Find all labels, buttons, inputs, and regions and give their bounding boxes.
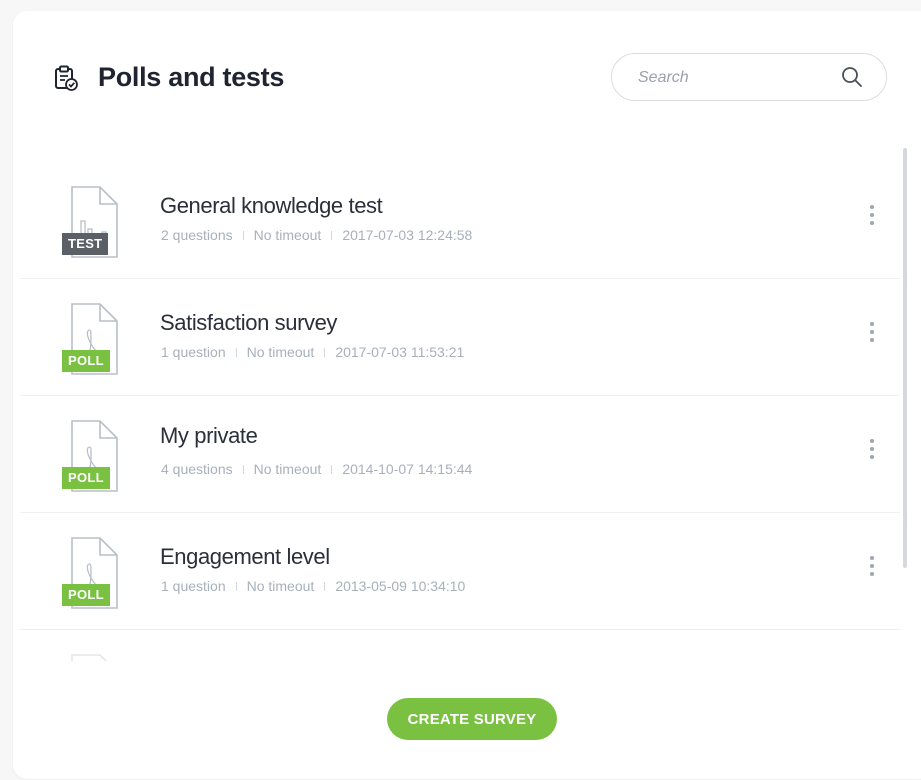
question-count: 1 question: [161, 578, 226, 594]
list-item[interactable]: POLL Engagement level 1 question No timeo…: [20, 512, 900, 630]
timeout-label: No timeout: [246, 578, 315, 594]
survey-meta: 1 question No timeout 2013-05-09 10:34:10: [161, 578, 465, 594]
list-scrollbar[interactable]: [903, 148, 907, 658]
more-options-icon[interactable]: [862, 205, 882, 231]
meta-separator: [324, 348, 326, 357]
more-options-icon[interactable]: [862, 439, 882, 465]
timeout-label: No timeout: [246, 344, 315, 360]
search-box[interactable]: [611, 53, 887, 101]
scrollbar-thumb[interactable]: [903, 148, 907, 568]
created-date: 2017-07-03 12:24:58: [342, 227, 473, 243]
meta-separator: [331, 231, 333, 240]
pdf-document-icon: [71, 654, 108, 661]
timeout-label: No timeout: [253, 461, 322, 477]
survey-meta: 4 questions No timeout 2014-10-07 14:15:44: [161, 461, 472, 477]
meta-separator: [242, 465, 244, 474]
panel-header: Polls and tests: [13, 11, 921, 141]
list-item[interactable]: TEST General knowledge test 2 questions N…: [20, 161, 900, 279]
meta-separator: [235, 348, 237, 357]
page-title: Polls and tests: [98, 62, 285, 92]
created-date: 2017-07-03 11:53:21: [335, 344, 465, 360]
create-survey-button[interactable]: CREATE SURVEY: [387, 698, 557, 740]
type-badge: POLL: [62, 350, 110, 372]
list-item[interactable]: POLL Satisfaction survey 1 question No ti…: [20, 278, 900, 396]
type-badge: POLL: [62, 584, 110, 606]
clipboard-check-icon: [55, 65, 78, 91]
question-count: 4 questions: [161, 461, 233, 477]
list-item[interactable]: [20, 629, 900, 661]
survey-title[interactable]: Satisfaction survey: [160, 310, 337, 336]
meta-separator: [324, 582, 326, 591]
question-count: 1 question: [161, 344, 226, 360]
survey-title[interactable]: Engagement level: [160, 544, 330, 570]
timeout-label: No timeout: [253, 227, 322, 243]
type-badge: POLL: [62, 467, 110, 489]
more-options-icon[interactable]: [862, 322, 882, 348]
survey-meta: 1 question No timeout 2017-07-03 11:53:21: [161, 344, 464, 360]
search-icon[interactable]: [840, 65, 864, 89]
polls-panel: Polls and tests TEST General knowledge t…: [13, 11, 921, 779]
list-item[interactable]: POLL My private 4 questions No timeout 201…: [20, 395, 900, 513]
question-count: 2 questions: [161, 227, 233, 243]
meta-separator: [235, 582, 237, 591]
created-date: 2014-10-07 14:15:44: [342, 461, 473, 477]
type-badge: TEST: [62, 233, 109, 255]
survey-title[interactable]: General knowledge test: [160, 193, 383, 219]
meta-separator: [242, 231, 244, 240]
meta-separator: [331, 465, 333, 474]
survey-list: TEST General knowledge test 2 questions N…: [20, 161, 900, 661]
survey-meta: 2 questions No timeout 2017-07-03 12:24:58: [161, 227, 472, 243]
survey-title[interactable]: My private: [160, 423, 258, 449]
search-input[interactable]: [636, 66, 830, 90]
created-date: 2013-05-09 10:34:10: [335, 578, 466, 594]
more-options-icon[interactable]: [862, 556, 882, 582]
